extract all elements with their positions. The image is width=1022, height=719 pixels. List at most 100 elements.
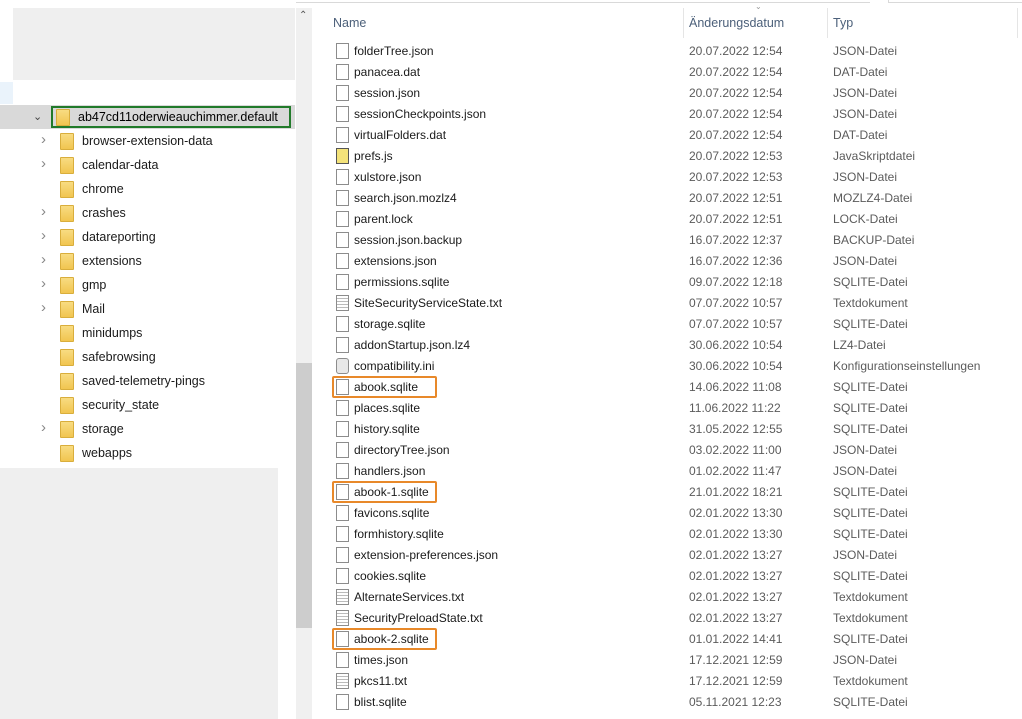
file-icon: [336, 379, 349, 395]
file-row[interactable]: favicons.sqlite 02.01.2022 13:30 SQLITE-Da…: [312, 503, 1022, 524]
file-row[interactable]: extension-preferences.json 02.01.2022 13:…: [312, 545, 1022, 566]
file-name: sessionCheckpoints.json: [354, 107, 487, 121]
tree-item-crashes[interactable]: crashes: [60, 202, 126, 224]
file-date: 20.07.2022 12:54: [689, 44, 783, 58]
chevron-right-icon[interactable]: ›: [41, 275, 51, 292]
file-row[interactable]: AlternateServices.txt 02.01.2022 13:27 Tex…: [312, 587, 1022, 608]
file-icon: [336, 253, 349, 269]
file-date: 16.07.2022 12:37: [689, 233, 783, 247]
chevron-right-icon[interactable]: ›: [41, 299, 51, 316]
tree-item-datareporting[interactable]: datareporting: [60, 226, 156, 248]
chevron-right-icon[interactable]: ›: [41, 251, 51, 268]
file-name: virtualFolders.dat: [354, 128, 447, 142]
file-type: Textdokument: [833, 611, 908, 625]
tree-item-safebrowsing[interactable]: safebrowsing: [60, 346, 156, 368]
file-row[interactable]: places.sqlite 11.06.2022 11:22 SQLITE-Date…: [312, 398, 1022, 419]
file-row[interactable]: abook-1.sqlite 21.01.2022 18:21 SQLITE-Dat…: [312, 481, 1022, 503]
file-row[interactable]: abook.sqlite 14.06.2022 11:08 SQLITE-Datei: [312, 376, 1022, 398]
file-row[interactable]: sessionCheckpoints.json 20.07.2022 12:54 J…: [312, 104, 1022, 125]
file-date: 02.01.2022 13:27: [689, 611, 783, 625]
nav-scrollbar-thumb[interactable]: [296, 363, 312, 628]
tree-item-gmp[interactable]: gmp: [60, 274, 106, 296]
file-row[interactable]: folderTree.json 20.07.2022 12:54 JSON-Date…: [312, 41, 1022, 62]
file-row[interactable]: pkcs11.txt 17.12.2021 12:59 Textdokument: [312, 671, 1022, 692]
chevron-right-icon[interactable]: ›: [41, 419, 51, 436]
file-row[interactable]: parent.lock 20.07.2022 12:51 LOCK-Datei: [312, 209, 1022, 230]
file-row[interactable]: cookies.sqlite 02.01.2022 13:27 SQLITE-Dat…: [312, 566, 1022, 587]
tree-item-chrome[interactable]: chrome: [60, 178, 124, 200]
file-name: prefs.js: [354, 149, 393, 163]
tree-item-storage[interactable]: storage: [60, 418, 124, 440]
file-date: 02.01.2022 13:27: [689, 569, 783, 583]
file-date: 09.07.2022 12:18: [689, 275, 783, 289]
file-icon: [336, 106, 349, 122]
file-icon: [336, 274, 349, 290]
file-type: LOCK-Datei: [833, 212, 898, 226]
tree-item-calendar-data[interactable]: calendar-data: [60, 154, 158, 176]
file-row[interactable]: directoryTree.json 03.02.2022 11:00 JSON-D…: [312, 440, 1022, 461]
file-row[interactable]: abook-2.sqlite 01.01.2022 14:41 SQLITE-Dat…: [312, 628, 1022, 650]
file-row[interactable]: SiteSecurityServiceState.txt 07.07.2022 1…: [312, 293, 1022, 314]
tree-item-minidumps[interactable]: minidumps: [60, 322, 142, 344]
scroll-up-icon[interactable]: ⌃: [299, 10, 307, 21]
file-row[interactable]: addonStartup.json.lz4 30.06.2022 10:54 LZ4…: [312, 335, 1022, 356]
file-type: JSON-Datei: [833, 170, 898, 184]
column-divider[interactable]: [1017, 8, 1018, 38]
folder-icon: [60, 180, 74, 198]
file-date: 07.07.2022 10:57: [689, 317, 783, 331]
file-row[interactable]: virtualFolders.dat 20.07.2022 12:54 DAT-Da…: [312, 125, 1022, 146]
file-row[interactable]: times.json 17.12.2021 12:59 JSON-Datei: [312, 650, 1022, 671]
file-row[interactable]: xulstore.json 20.07.2022 12:53 JSON-Datei: [312, 167, 1022, 188]
file-date: 20.07.2022 12:51: [689, 191, 783, 205]
file-name: favicons.sqlite: [354, 506, 430, 520]
column-date[interactable]: Änderungsdatum: [689, 16, 784, 30]
file-row[interactable]: panacea.dat 20.07.2022 12:54 DAT-Datei: [312, 62, 1022, 83]
tree-item-label: chrome: [82, 182, 124, 196]
file-date: 17.12.2021 12:59: [689, 674, 783, 688]
column-divider[interactable]: [683, 8, 684, 38]
tree-item-label: security_state: [82, 398, 160, 412]
file-type: DAT-Datei: [833, 128, 888, 142]
folder-icon: [60, 132, 74, 150]
chevron-down-icon[interactable]: ⌄: [33, 110, 43, 123]
file-name: directoryTree.json: [354, 443, 450, 457]
folder-icon: [60, 420, 74, 438]
file-row[interactable]: handlers.json 01.02.2022 11:47 JSON-Datei: [312, 461, 1022, 482]
tree-item-webapps[interactable]: webapps: [60, 442, 132, 464]
chevron-right-icon[interactable]: ›: [41, 131, 51, 148]
tree-item-security-state[interactable]: security_state: [60, 394, 159, 416]
tree-item-saved-telemetry-pings[interactable]: saved-telemetry-pings: [60, 370, 205, 392]
file-row[interactable]: storage.sqlite 07.07.2022 10:57 SQLITE-Dat…: [312, 314, 1022, 335]
chevron-right-icon[interactable]: ›: [41, 203, 51, 220]
file-date: 16.07.2022 12:36: [689, 254, 783, 268]
tree-root-profile-folder[interactable]: ab47cd11oderwieauchimmer.default: [51, 106, 291, 128]
file-row[interactable]: extensions.json 16.07.2022 12:36 JSON-Date…: [312, 251, 1022, 272]
file-name: history.sqlite: [354, 422, 420, 436]
column-name[interactable]: Name: [333, 16, 366, 30]
tree-item-browser-extension-data[interactable]: browser-extension-data: [60, 130, 213, 152]
file-type: SQLITE-Datei: [833, 632, 908, 646]
tree-item-mail[interactable]: Mail: [60, 298, 105, 320]
file-row[interactable]: compatibility.ini 30.06.2022 10:54 Konfigu…: [312, 356, 1022, 377]
column-divider[interactable]: [827, 8, 828, 38]
file-row[interactable]: search.json.mozlz4 20.07.2022 12:51 MOZLZ4…: [312, 188, 1022, 209]
column-type[interactable]: Typ: [833, 16, 853, 30]
chevron-right-icon[interactable]: ›: [41, 227, 51, 244]
file-row[interactable]: session.json 20.07.2022 12:54 JSON-Datei: [312, 83, 1022, 104]
search-box[interactable]: [888, 0, 1022, 3]
file-icon: [336, 505, 349, 521]
file-row[interactable]: blist.sqlite 05.11.2021 12:23 SQLITE-Datei: [312, 692, 1022, 713]
file-row[interactable]: SecurityPreloadState.txt 02.01.2022 13:27…: [312, 608, 1022, 629]
text-file-icon: [336, 295, 349, 311]
file-row[interactable]: formhistory.sqlite 02.01.2022 13:30 SQLITE…: [312, 524, 1022, 545]
file-icon: [336, 85, 349, 101]
file-date: 02.01.2022 13:30: [689, 527, 783, 541]
tree-item-extensions[interactable]: extensions: [60, 250, 142, 272]
file-row[interactable]: history.sqlite 31.05.2022 12:55 SQLITE-Dat…: [312, 419, 1022, 440]
file-row[interactable]: session.json.backup 16.07.2022 12:37 BACKU…: [312, 230, 1022, 251]
file-row[interactable]: permissions.sqlite 09.07.2022 12:18 SQLITE…: [312, 272, 1022, 293]
file-row[interactable]: prefs.js 20.07.2022 12:53 JavaSkriptdatei: [312, 146, 1022, 167]
file-date: 01.02.2022 11:47: [689, 464, 782, 478]
file-name: session.json.backup: [354, 233, 463, 247]
chevron-right-icon[interactable]: ›: [41, 155, 51, 172]
